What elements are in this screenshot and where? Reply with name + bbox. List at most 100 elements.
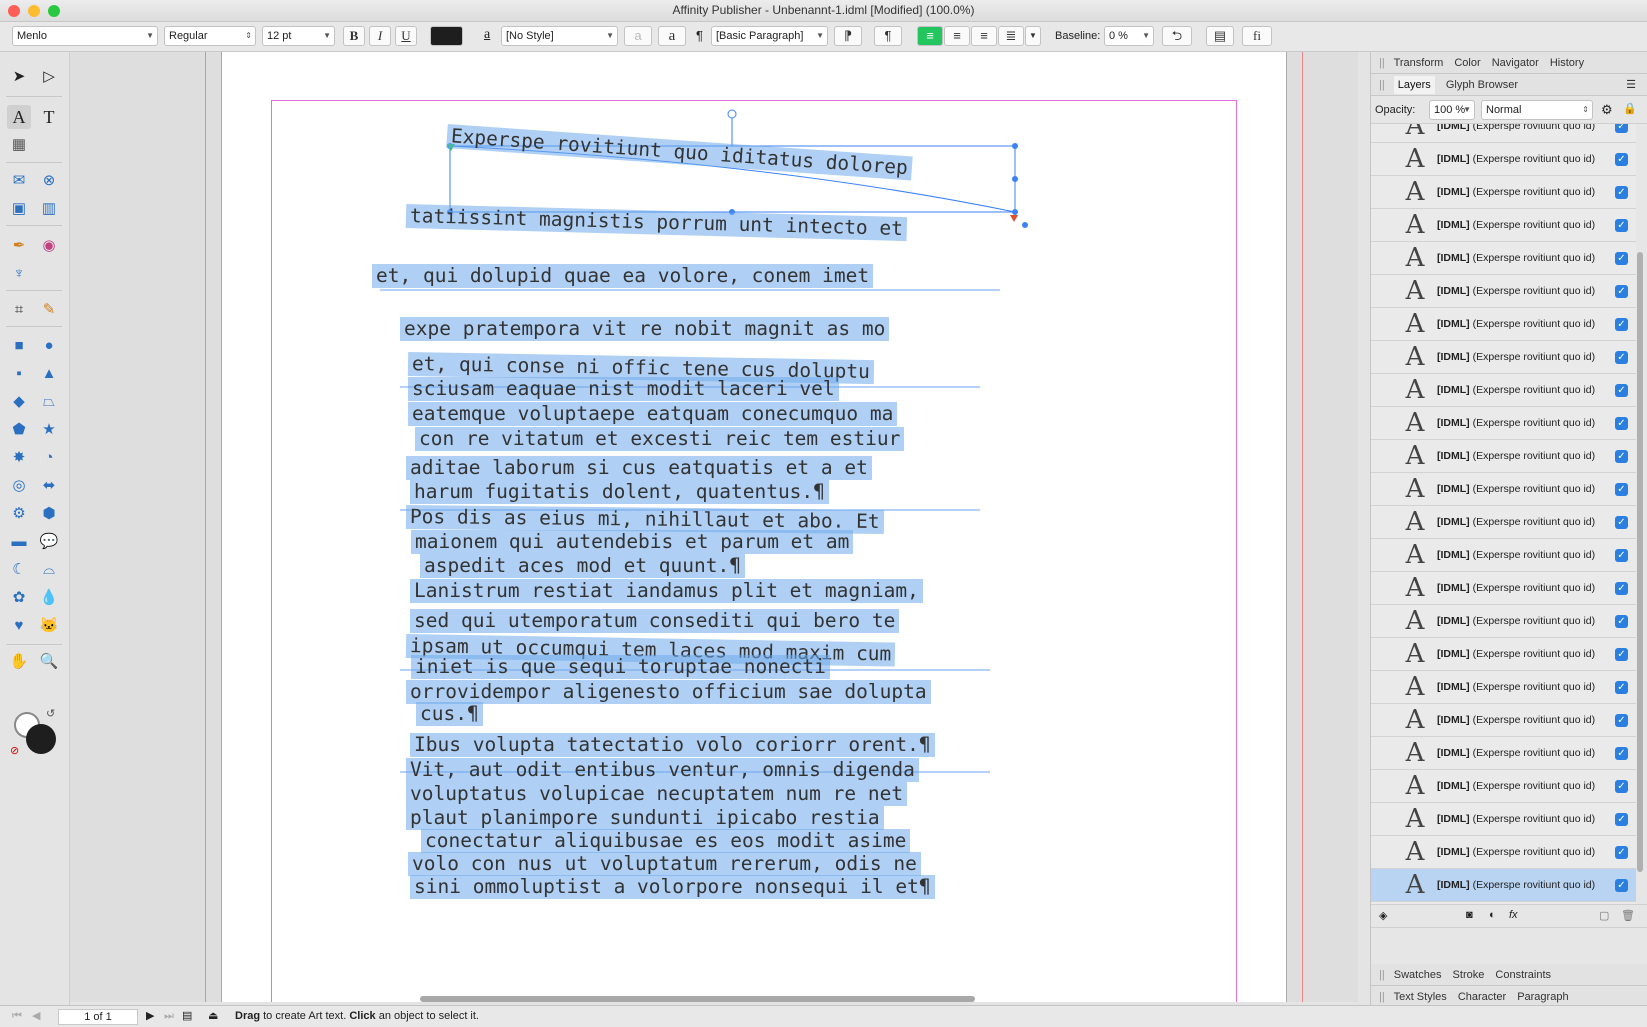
layer-visibility-checkbox[interactable]: ✓ — [1615, 351, 1628, 364]
layer-visibility-checkbox[interactable]: ✓ — [1615, 615, 1628, 628]
layer-row[interactable]: A [IDML] (Experspe rovitiunt quo id) ✓ — [1371, 473, 1636, 506]
paragraph-style-select[interactable]: [Basic Paragraph] ▼ — [711, 26, 828, 46]
first-page-icon[interactable]: ⏮ — [12, 1006, 22, 1027]
horizontal-scrollbar[interactable] — [420, 996, 975, 1002]
document-canvas[interactable]: Experspe rovitiunt quo iditatus dolorep … — [70, 52, 1358, 1002]
text-line[interactable]: aspedit aces mod et quunt.¶ — [420, 554, 745, 578]
layer-visibility-checkbox[interactable]: ✓ — [1615, 318, 1628, 331]
layer-visibility-checkbox[interactable]: ✓ — [1615, 417, 1628, 430]
ellipse-tool-icon[interactable]: ● — [37, 334, 61, 358]
pen-tool-icon[interactable]: ✒ — [7, 234, 31, 258]
layer-row[interactable]: A [IDML] (Experspe rovitiunt quo id) ✓ — [1371, 407, 1636, 440]
align-center-button[interactable]: ≡ — [944, 26, 970, 46]
tab-paragraph[interactable]: Paragraph — [1517, 991, 1568, 1003]
next-page-icon[interactable]: ▶ — [146, 1006, 154, 1027]
last-page-icon[interactable]: ⏭ — [164, 1006, 174, 1027]
layer-row[interactable]: A [IDML] (Experspe rovitiunt quo id) ✓ — [1371, 275, 1636, 308]
text-line[interactable]: harum fugitatis dolent, quatentus.¶ — [410, 480, 829, 504]
layer-visibility-checkbox[interactable]: ✓ — [1615, 483, 1628, 496]
align-right-button[interactable]: ≡ — [971, 26, 997, 46]
layer-row[interactable]: A [IDML] (Experspe rovitiunt quo id) ✓ — [1371, 704, 1636, 737]
move-tool-icon[interactable]: ➤ — [7, 65, 31, 89]
show-special-chars-button[interactable]: ¶ — [874, 26, 902, 46]
tab-text-styles[interactable]: Text Styles — [1394, 991, 1447, 1003]
layer-row[interactable]: A [IDML] (Experspe rovitiunt quo id) ✓ — [1371, 209, 1636, 242]
text-line[interactable]: Lanistrum restiat iandamus plit et magni… — [410, 579, 923, 603]
tab-swatches[interactable]: Swatches — [1394, 969, 1442, 981]
layer-visibility-checkbox[interactable]: ✓ — [1615, 747, 1628, 760]
triangle-tool-icon[interactable]: ▲ — [37, 362, 61, 386]
baseline-select[interactable]: 0 % ▼ — [1104, 26, 1154, 46]
underline-button[interactable]: U — [395, 26, 417, 46]
tab-stroke[interactable]: Stroke — [1453, 969, 1485, 981]
callout-ellipse-tool-icon[interactable]: 💬 — [37, 530, 61, 554]
tab-constraints[interactable]: Constraints — [1495, 969, 1551, 981]
text-line[interactable]: volo con nus ut voluptatum rererum, odis… — [408, 852, 921, 876]
layer-row[interactable]: A [IDML] (Experspe rovitiunt quo id) ✓ — [1371, 539, 1636, 572]
font-family-select[interactable]: Menlo ▼ — [12, 26, 158, 46]
font-style-select[interactable]: Regular ⇕ — [164, 26, 256, 46]
layer-row[interactable]: A [IDML] (Experspe rovitiunt quo id) ✓ — [1371, 440, 1636, 473]
text-line[interactable]: eatemque voluptaepe eatquam conecumquo m… — [408, 402, 898, 426]
crop-tool-icon[interactable]: ⌗ — [7, 298, 31, 322]
text-line[interactable]: sciusam eaquae nist modit laceri vel — [408, 377, 839, 401]
text-line[interactable]: cus.¶ — [416, 702, 483, 726]
layer-visibility-checkbox[interactable]: ✓ — [1615, 681, 1628, 694]
alignment-more-button[interactable]: ▼ — [1025, 26, 1041, 46]
add-layer-icon[interactable]: ▢ — [1599, 909, 1609, 922]
eyedropper-tool-icon[interactable]: ✎ — [37, 298, 61, 322]
no-color-icon[interactable]: ⊘ — [10, 744, 19, 757]
text-line[interactable]: maionem qui autendebis et parum et am — [411, 530, 854, 554]
picture-frame-tool-icon[interactable]: ✉ — [7, 169, 31, 193]
text-line[interactable]: con re vitatum et excesti reic tem estiu… — [415, 427, 905, 451]
tab-history[interactable]: History — [1550, 57, 1584, 69]
tab-character[interactable]: Character — [1458, 991, 1506, 1003]
justify-button[interactable]: ≣ — [998, 26, 1024, 46]
cloud-tool-icon[interactable]: ✿ — [7, 586, 31, 610]
page-number-field[interactable]: 1 of 1 — [58, 1009, 138, 1025]
swap-colors-icon[interactable]: ↺ — [46, 707, 55, 720]
heart-tool-icon[interactable]: ♥ — [7, 614, 31, 638]
layer-visibility-checkbox[interactable]: ✓ — [1615, 285, 1628, 298]
clear-character-style-button[interactable]: a — [658, 26, 686, 46]
layer-row[interactable]: A [IDML] (Experspe rovitiunt quo id) ✓ — [1371, 506, 1636, 539]
layer-row[interactable]: A [IDML] (Experspe rovitiunt quo id) ✓ — [1371, 572, 1636, 605]
opacity-select[interactable]: 100 % ▼ — [1429, 100, 1475, 120]
character-style-select[interactable]: [No Style] ▼ — [501, 26, 618, 46]
text-line[interactable]: conectatur aliquibusae es eos modit asim… — [421, 829, 911, 853]
layer-visibility-checkbox[interactable]: ✓ — [1615, 846, 1628, 859]
layer-row[interactable]: A [IDML] (Experspe rovitiunt quo id) ✓ — [1371, 770, 1636, 803]
layer-visibility-checkbox[interactable]: ✓ — [1615, 648, 1628, 661]
layer-row[interactable]: A [IDML] (Experspe rovitiunt quo id) ✓ — [1371, 638, 1636, 671]
text-color-swatch[interactable] — [430, 26, 463, 46]
master-icon[interactable]: ⏏ — [208, 1006, 218, 1027]
layer-visibility-checkbox[interactable]: ✓ — [1615, 549, 1628, 562]
diamond-tool-icon[interactable]: ◆ — [7, 390, 31, 414]
rectangle-tool-icon[interactable]: ■ — [7, 334, 31, 358]
reset-baseline-button[interactable]: ⮌ — [1162, 26, 1192, 46]
callout-rect-tool-icon[interactable]: ▬ — [7, 530, 31, 554]
zoom-tool-icon[interactable]: 🔍 — [37, 650, 61, 674]
layer-visibility-checkbox[interactable]: ✓ — [1615, 714, 1628, 727]
layer-visibility-checkbox[interactable]: ✓ — [1615, 879, 1628, 892]
polygon-tool-icon[interactable]: ⬟ — [7, 418, 31, 442]
minimize-window-button[interactable] — [28, 5, 40, 17]
double-arrow-tool-icon[interactable]: ⬌ — [37, 474, 61, 498]
text-line[interactable]: et, qui dolupid quae ea volore, conem im… — [372, 264, 874, 288]
table-tool-icon[interactable]: ▦ — [7, 133, 31, 157]
layer-visibility-checkbox[interactable]: ✓ — [1615, 780, 1628, 793]
layer-row[interactable]: A [IDML] (Experspe rovitiunt quo id) ✓ — [1371, 737, 1636, 770]
layer-row[interactable]: A [IDML] (Experspe rovitiunt quo id) ✓ — [1371, 308, 1636, 341]
text-line[interactable]: voluptatus volupicae necuptatem num re n… — [406, 782, 908, 806]
text-line[interactable]: sed qui utemporatum consediti qui bero t… — [410, 609, 900, 633]
mask-icon[interactable]: ◙ — [1466, 909, 1473, 921]
rounded-rectangle-tool-icon[interactable]: ▪ — [7, 362, 31, 386]
layer-row[interactable]: A [IDML] (Experspe rovitiunt quo id) ✓ — [1371, 671, 1636, 704]
layer-row[interactable]: A [IDML] (Experspe rovitiunt quo id) ✓ — [1371, 374, 1636, 407]
layer-visibility-checkbox[interactable]: ✓ — [1615, 186, 1628, 199]
layers-scrollbar[interactable] — [1637, 252, 1643, 872]
layer-visibility-checkbox[interactable]: ✓ — [1615, 813, 1628, 826]
italic-button[interactable]: I — [369, 26, 391, 46]
layer-visibility-checkbox[interactable]: ✓ — [1615, 450, 1628, 463]
text-line[interactable]: aditae laborum si cus eatquatis et a et — [406, 456, 872, 480]
